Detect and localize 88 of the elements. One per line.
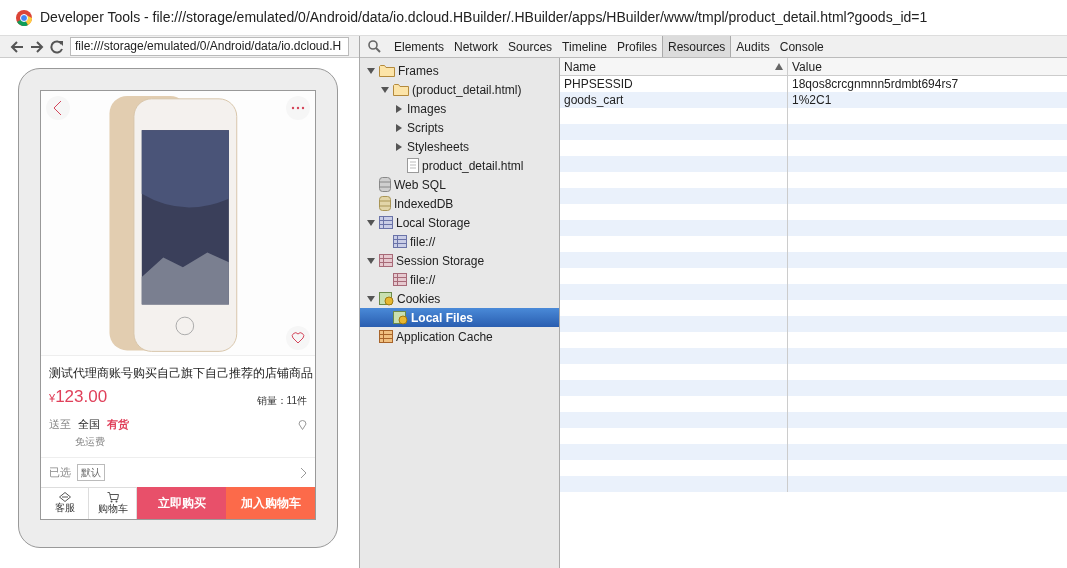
tree-item-label: IndexedDB xyxy=(394,195,454,213)
devtools-tab[interactable]: Sources xyxy=(503,36,558,57)
address-field[interactable]: file:///storage/emulated/0/Android/data/io.dcloud.H xyxy=(70,37,349,56)
table-icon xyxy=(393,235,407,248)
product-price: 123.00 xyxy=(55,386,108,409)
tree-item[interactable]: (product_detail.html) xyxy=(360,80,559,99)
tree-item[interactable]: product_detail.html xyxy=(360,156,559,175)
option-tag[interactable]: 默认 xyxy=(77,464,105,481)
tree-item[interactable]: Web SQL xyxy=(360,175,559,194)
table-icon xyxy=(379,216,393,229)
database-icon xyxy=(379,196,391,211)
collapsed-arrow-icon[interactable] xyxy=(395,123,403,132)
forward-arrow-icon[interactable] xyxy=(30,39,44,54)
ship-region: 全国 xyxy=(78,416,100,432)
column-header[interactable]: Name xyxy=(560,58,788,75)
back-arrow-icon[interactable] xyxy=(10,39,24,54)
tree-item-label: Web SQL xyxy=(394,176,446,194)
expanded-arrow-icon[interactable] xyxy=(367,294,375,303)
tree-item-label: Cookies xyxy=(397,290,441,308)
table-icon xyxy=(379,254,393,267)
browser-logo-icon xyxy=(16,9,32,26)
product-title: 测试代理商账号购买自己旗下自己推荐的店铺商品 xyxy=(49,365,313,383)
table-cell: 18qos8crcgnmnn5rdmbt694rs7 xyxy=(792,77,959,91)
tree-item-label: file:// xyxy=(410,271,436,289)
tree-item[interactable]: file:// xyxy=(360,232,559,251)
folder-icon xyxy=(379,64,395,77)
tree-item[interactable]: Local Storage xyxy=(360,213,559,232)
window-title: Developer Tools - file:///storage/emulated/0/Android/data/io.dcloud.HBuilder/.HBuilder/apps/HBuilder/www/tmpl/product_detail.html?goods_id=1 xyxy=(40,8,928,27)
cart-button[interactable]: 购物车 xyxy=(89,486,137,519)
tree-item[interactable]: Scripts xyxy=(360,118,559,137)
location-pin-icon[interactable] xyxy=(298,418,307,430)
tree-item-label: Session Storage xyxy=(396,252,485,270)
tree-item-label: Application Cache xyxy=(396,328,493,346)
selected-label: 已选 xyxy=(49,465,71,481)
table-icon xyxy=(379,330,393,343)
cookie-icon xyxy=(379,291,394,306)
tree-item-label: Frames xyxy=(398,62,439,80)
table-cell: PHPSESSID xyxy=(564,77,633,91)
file-icon xyxy=(407,158,419,173)
tree-item[interactable]: Local Files xyxy=(360,308,559,327)
cookie-icon xyxy=(393,310,408,325)
devtools-tab[interactable]: Console xyxy=(774,36,829,57)
tree-item[interactable]: Session Storage xyxy=(360,251,559,270)
devtools-tab[interactable]: Resources xyxy=(662,36,732,57)
folder-icon xyxy=(393,83,409,96)
action-button[interactable]: 立即购买 xyxy=(137,486,226,519)
sort-ascending-icon[interactable] xyxy=(775,63,783,70)
sales-count: 销量：11件 xyxy=(256,393,307,408)
tree-item[interactable]: Application Cache xyxy=(360,327,559,346)
tree-item[interactable]: Frames xyxy=(360,61,559,80)
table-cell: 1%2C1 xyxy=(792,93,832,107)
tree-item-label: Scripts xyxy=(407,119,444,137)
tree-item[interactable]: Cookies xyxy=(360,289,559,308)
devtools-tab[interactable]: Network xyxy=(449,36,504,57)
currency-symbol: ¥ xyxy=(49,392,56,407)
tree-item-label: file:// xyxy=(410,233,436,251)
tree-item-label: Images xyxy=(407,100,447,118)
tree-item-label: Local Files xyxy=(411,309,474,327)
table-cell: goods_cart xyxy=(564,93,624,107)
service-button[interactable]: 客服 xyxy=(41,486,89,519)
database-icon xyxy=(379,177,391,192)
chevron-right-icon[interactable] xyxy=(300,466,307,479)
cart-icon xyxy=(106,491,119,503)
tree-item[interactable]: IndexedDB xyxy=(360,194,559,213)
stock-status: 有货 xyxy=(107,416,129,432)
table-icon xyxy=(393,273,407,286)
expanded-arrow-icon[interactable] xyxy=(367,256,375,265)
tree-item-label: product_detail.html xyxy=(422,157,524,175)
devtools-tab[interactable]: Audits xyxy=(731,36,775,57)
tree-item-label: Stylesheets xyxy=(407,138,470,156)
reload-icon[interactable] xyxy=(50,39,64,54)
tree-item-label: Local Storage xyxy=(396,214,471,232)
tree-item-label: (product_detail.html) xyxy=(412,81,522,99)
ship-label: 送至 xyxy=(49,416,71,432)
expanded-arrow-icon[interactable] xyxy=(381,85,389,94)
devtools-tab[interactable]: Timeline xyxy=(557,36,612,57)
devtools-tab[interactable]: Profiles xyxy=(612,36,662,57)
search-icon[interactable] xyxy=(368,40,381,53)
devtools-tab[interactable]: Elements xyxy=(389,36,450,57)
collapsed-arrow-icon[interactable] xyxy=(395,104,403,113)
shipping-fee: 免运费 xyxy=(75,435,106,450)
expanded-arrow-icon[interactable] xyxy=(367,218,375,227)
tree-item[interactable]: Images xyxy=(360,99,559,118)
tree-item[interactable]: Stylesheets xyxy=(360,137,559,156)
tree-item[interactable]: file:// xyxy=(360,270,559,289)
collapsed-arrow-icon[interactable] xyxy=(395,142,403,151)
column-header[interactable]: Value xyxy=(788,58,1067,75)
expanded-arrow-icon[interactable] xyxy=(367,66,375,75)
